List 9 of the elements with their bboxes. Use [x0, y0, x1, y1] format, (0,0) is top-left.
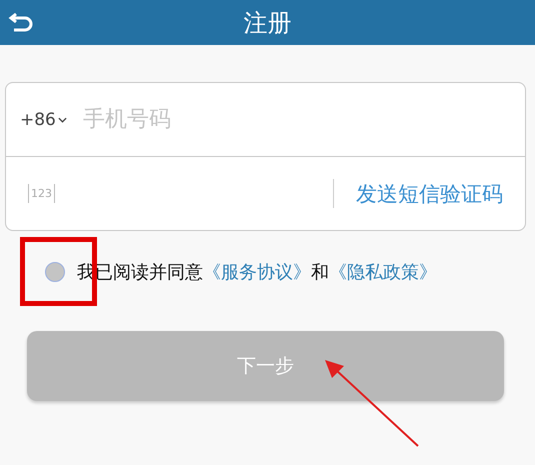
terms-link[interactable]: 《服务协议》: [203, 262, 311, 283]
agree-radio[interactable]: [45, 262, 65, 282]
back-icon[interactable]: [8, 11, 34, 33]
country-code-select[interactable]: +86: [20, 110, 67, 130]
send-code-button[interactable]: 发送短信验证码: [356, 180, 503, 208]
page-title: 注册: [244, 8, 292, 38]
phone-field[interactable]: 手机号码: [80, 106, 511, 133]
chevron-down-icon: [58, 116, 67, 122]
privacy-link[interactable]: 《隐私政策》: [329, 262, 437, 283]
